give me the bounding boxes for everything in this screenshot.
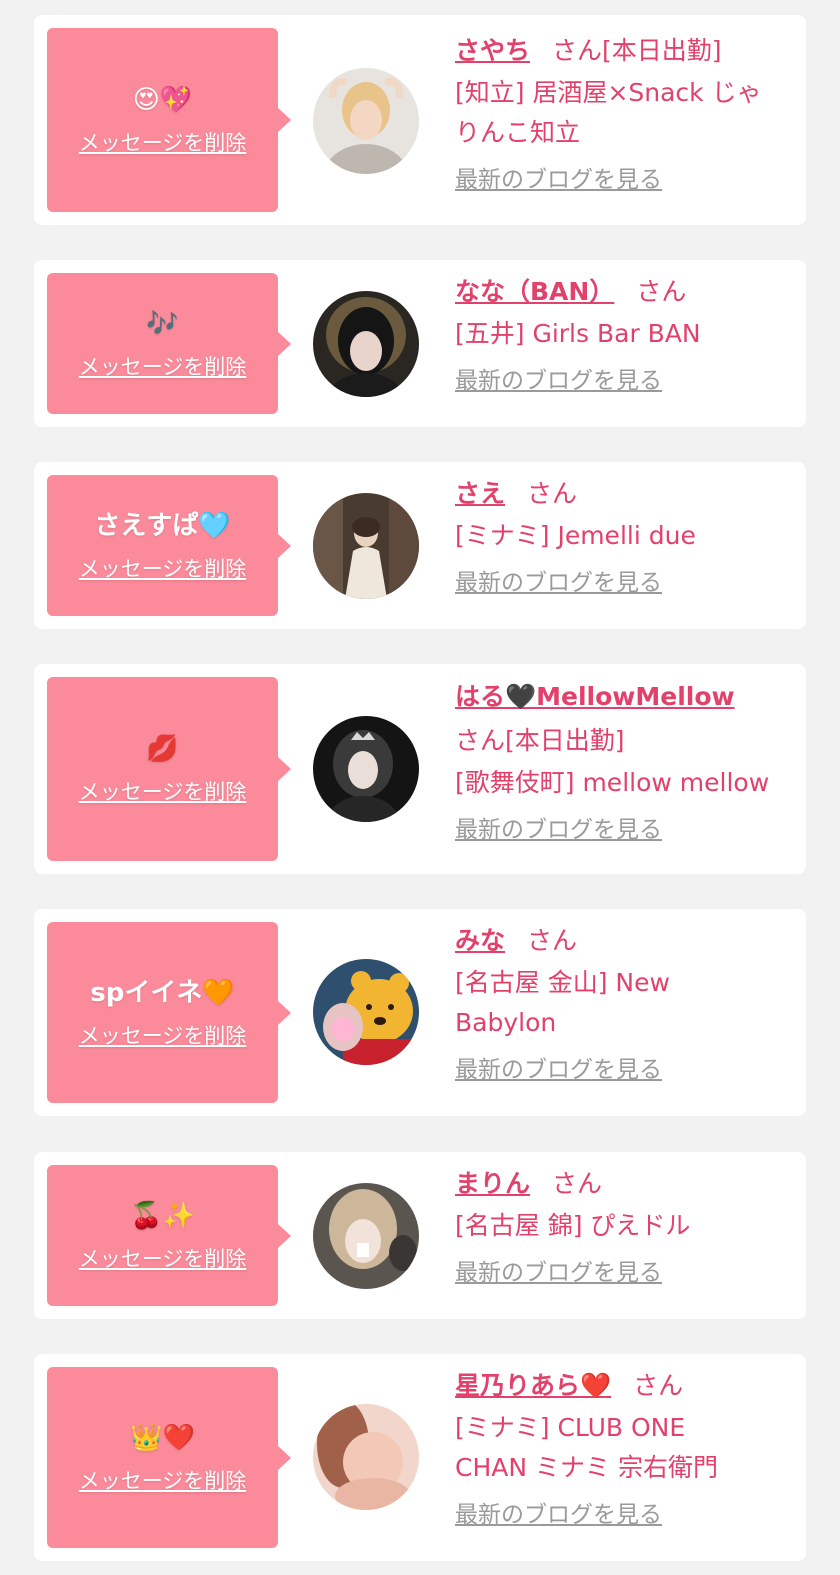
list-item: 🎶 メッセージを削除 なな（BAN） さん [五井] Girls Bar BAN … [34, 260, 806, 427]
avatar[interactable] [313, 1404, 419, 1510]
message-text: 🍒✨ [130, 1200, 195, 1231]
message-text: 💋 [146, 734, 179, 764]
message-text: spイイネ🧡 [90, 977, 235, 1008]
profile-info: 星乃りあら❤️ さん [ミナミ] CLUB ONE CHAN ミナミ 宗右衛門 最… [455, 1364, 790, 1532]
shop-info: [五井] Girls Bar BAN [455, 319, 701, 348]
list-item: spイイネ🧡 メッセージを削除 みな さん [名古屋 金山] New Babylo… [34, 909, 806, 1116]
profile-name-link[interactable]: まりん [455, 1169, 530, 1198]
latest-blog-link[interactable]: 最新のブログを見る [455, 813, 790, 847]
honorific: さん [455, 726, 506, 755]
shop-info: りんこ知立 [455, 118, 581, 147]
avatar[interactable] [313, 959, 419, 1065]
shop-info: Babylon [455, 1008, 557, 1037]
message-bubble: さえすぱ🩵 メッセージを削除 [47, 475, 291, 616]
message-bubble: spイイネ🧡 メッセージを削除 [47, 922, 291, 1103]
message-text: 🎶 [146, 308, 179, 339]
profile-info: さやち さん[本日出勤] [知立] 居酒屋×Snack じゃ りんこ知立 最新のブ… [455, 29, 790, 197]
profile-name-link[interactable]: さえ [455, 479, 505, 508]
latest-blog-link[interactable]: 最新のブログを見る [455, 1498, 790, 1532]
message-text: さえすぱ🩵 [94, 510, 231, 541]
honorific: さん [633, 1371, 684, 1400]
list-item: さえすぱ🩵 メッセージを削除 さえ さん [ミナミ] Jemelli due 最新… [34, 462, 806, 629]
list-item: 👑❤️ メッセージを削除 星乃りあら❤️ さん [ミナミ] CLUB ONE CH… [34, 1354, 806, 1561]
shop-info: [知立] 居酒屋×Snack じゃ [455, 78, 762, 107]
delete-message-link[interactable]: メッセージを削除 [79, 1465, 247, 1495]
latest-blog-link[interactable]: 最新のブログを見る [455, 1256, 790, 1290]
shop-info: CHAN ミナミ 宗右衛門 [455, 1453, 718, 1482]
profile-info: なな（BAN） さん [五井] Girls Bar BAN 最新のブログを見る [455, 270, 790, 398]
shop-info: [名古屋 金山] New [455, 968, 670, 997]
honorific: さん [527, 926, 578, 955]
shop-info: [名古屋 錦] ぴえドル [455, 1211, 691, 1240]
avatar[interactable] [313, 1183, 419, 1289]
latest-blog-link[interactable]: 最新のブログを見る [455, 163, 790, 197]
honorific: さん [636, 277, 687, 306]
delete-message-link[interactable]: メッセージを削除 [79, 351, 247, 381]
message-bubble: 👑❤️ メッセージを削除 [47, 1367, 291, 1548]
list-item: 🍒✨ メッセージを削除 まりん さん [名古屋 錦] ぴえドル 最新のブログを見る [34, 1152, 806, 1319]
message-list: 😍💖 メッセージを削除 さやち さん[本日出勤] [知立] 居酒屋×Snack じ… [0, 0, 840, 1575]
profile-info: はる🖤MellowMellow さん[本日出勤] [歌舞伎町] mellow m… [455, 675, 790, 847]
delete-message-link[interactable]: メッセージを削除 [79, 776, 247, 806]
profile-name-link[interactable]: なな（BAN） [455, 277, 614, 306]
shop-info: [歌舞伎町] mellow mellow [455, 768, 770, 797]
avatar[interactable] [313, 493, 419, 599]
attendance-badge: [本日出勤] [505, 726, 625, 755]
attendance-badge: [本日出勤] [602, 36, 722, 65]
profile-name-link[interactable]: さやち [455, 36, 530, 65]
latest-blog-link[interactable]: 最新のブログを見る [455, 1053, 790, 1087]
avatar[interactable] [313, 291, 419, 397]
shop-info: [ミナミ] CLUB ONE [455, 1413, 686, 1442]
shop-info: [ミナミ] Jemelli due [455, 521, 696, 550]
list-item: 😍💖 メッセージを削除 さやち さん[本日出勤] [知立] 居酒屋×Snack じ… [34, 15, 806, 225]
profile-name-link[interactable]: はる🖤MellowMellow [455, 682, 735, 711]
message-bubble: 💋 メッセージを削除 [47, 677, 291, 861]
profile-name-link[interactable]: 星乃りあら❤️ [455, 1371, 611, 1400]
delete-message-link[interactable]: メッセージを削除 [79, 553, 247, 583]
profile-info: みな さん [名古屋 金山] New Babylon 最新のブログを見る [455, 919, 790, 1087]
delete-message-link[interactable]: メッセージを削除 [79, 1243, 247, 1273]
honorific: さん [527, 479, 578, 508]
message-text: 👑❤️ [130, 1422, 195, 1453]
avatar[interactable] [313, 716, 419, 822]
latest-blog-link[interactable]: 最新のブログを見る [455, 364, 790, 398]
message-text: 😍💖 [132, 85, 193, 115]
delete-message-link[interactable]: メッセージを削除 [79, 127, 247, 157]
message-bubble: 🍒✨ メッセージを削除 [47, 1165, 291, 1306]
profile-name-link[interactable]: みな [455, 926, 505, 955]
list-item: 💋 メッセージを削除 はる🖤MellowMellow さん[本日出勤] [歌舞伎… [34, 664, 806, 874]
profile-info: さえ さん [ミナミ] Jemelli due 最新のブログを見る [455, 472, 790, 600]
latest-blog-link[interactable]: 最新のブログを見る [455, 566, 790, 600]
avatar[interactable] [313, 68, 419, 174]
message-bubble: 😍💖 メッセージを削除 [47, 28, 291, 212]
honorific: さん [552, 1169, 603, 1198]
message-bubble: 🎶 メッセージを削除 [47, 273, 291, 414]
honorific: さん [552, 36, 603, 65]
delete-message-link[interactable]: メッセージを削除 [79, 1020, 247, 1050]
profile-info: まりん さん [名古屋 錦] ぴえドル 最新のブログを見る [455, 1162, 790, 1290]
